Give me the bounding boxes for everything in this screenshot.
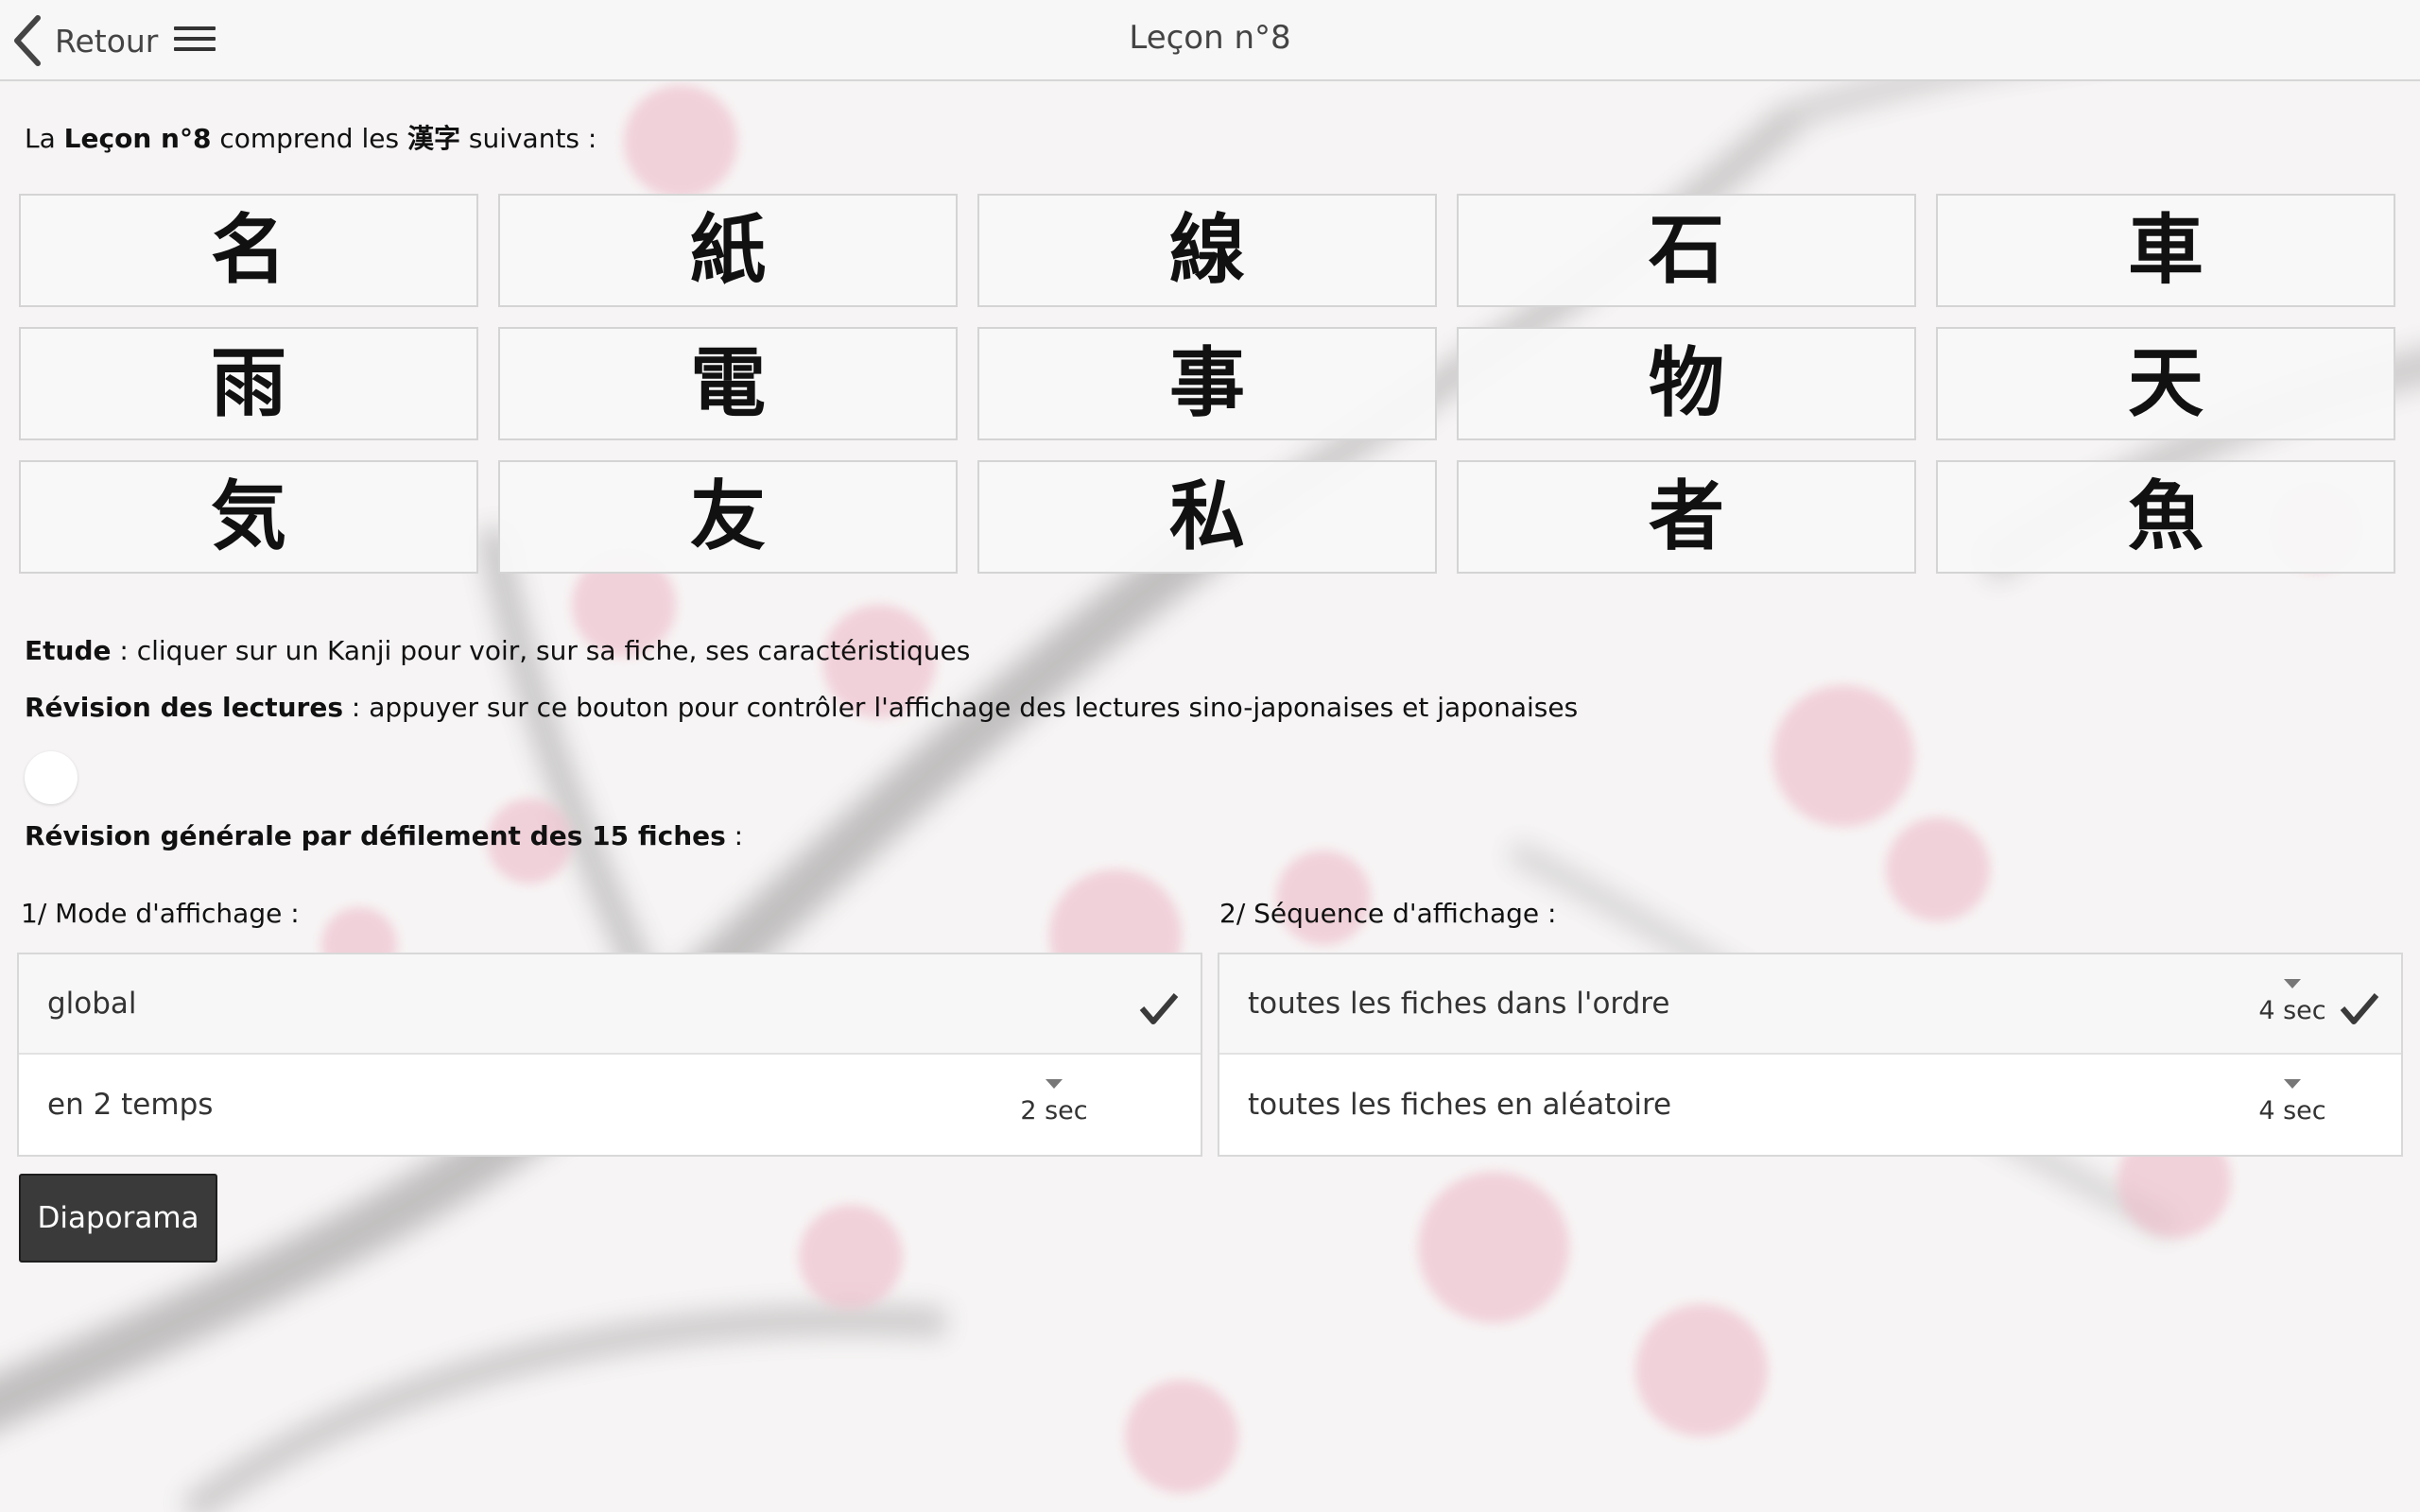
kanji-card[interactable]: 車: [1936, 194, 2395, 307]
dropdown-caret-icon: [1046, 1079, 1063, 1089]
etude-instruction: Etude : cliquer sur un Kanji pour voir, …: [25, 635, 970, 666]
kanji-card[interactable]: 私: [977, 460, 1437, 574]
revision-generale-label: Révision générale par défilement des 15 …: [25, 820, 726, 851]
revision-lectures-instruction: Révision des lectures : appuyer sur ce b…: [25, 692, 1578, 723]
duration-value: 2 sec: [1020, 1096, 1088, 1125]
duration-selector[interactable]: 2 sec: [1011, 1079, 1097, 1125]
mode-option-label: en 2 temps: [47, 1088, 214, 1122]
kanji-card[interactable]: 線: [977, 194, 1437, 307]
diaporama-button[interactable]: Diaporama: [19, 1174, 217, 1263]
sequence-option-label: toutes les fiches en aléatoire: [1248, 1088, 1672, 1122]
kanji-card[interactable]: 石: [1457, 194, 1916, 307]
mode-section-label: 1/ Mode d'affichage :: [21, 898, 300, 929]
dropdown-caret-icon: [2284, 1079, 2301, 1089]
readings-toggle-button[interactable]: [25, 751, 78, 804]
sequence-option-ordered[interactable]: toutes les fiches dans l'ordre 4 sec: [1219, 954, 2401, 1055]
mode-option-two-steps[interactable]: en 2 temps 2 sec: [19, 1055, 1201, 1155]
kanji-card[interactable]: 事: [977, 327, 1437, 440]
kanji-card[interactable]: 名: [19, 194, 478, 307]
dropdown-caret-icon: [2284, 979, 2301, 988]
kanji-card[interactable]: 者: [1457, 460, 1916, 574]
kanji-card[interactable]: 魚: [1936, 460, 2395, 574]
intro-suffix: suivants :: [459, 123, 597, 154]
sequence-section-label: 2/ Séquence d'affichage :: [1219, 898, 1557, 929]
etude-label: Etude: [25, 635, 112, 666]
kanji-card[interactable]: 気: [19, 460, 478, 574]
sequence-option-label: toutes les fiches dans l'ordre: [1248, 987, 1670, 1021]
duration-selector[interactable]: 4 sec: [2250, 1079, 2335, 1125]
lesson-intro: La Leçon n°8 comprend les 漢字 suivants :: [25, 118, 596, 156]
kanji-card[interactable]: 電: [498, 327, 958, 440]
checkmark-icon: [2340, 993, 2379, 1024]
intro-prefix: La: [25, 123, 64, 154]
revision-lectures-text: : appuyer sur ce bouton pour contrôler l…: [343, 692, 1579, 723]
intro-kanji-word: 漢字: [406, 123, 460, 154]
duration-value: 4 sec: [2258, 996, 2326, 1025]
app-header: Retour Leçon n°8: [0, 0, 2420, 81]
revision-generale-suffix: :: [725, 820, 744, 851]
kanji-card[interactable]: 紙: [498, 194, 958, 307]
intro-lesson: Leçon n°8: [63, 123, 212, 154]
kanji-card[interactable]: 友: [498, 460, 958, 574]
revision-generale-heading: Révision générale par défilement des 15 …: [25, 820, 743, 851]
duration-value: 4 sec: [2258, 1096, 2326, 1125]
display-mode-list: global en 2 temps 2 sec: [17, 953, 1202, 1157]
page-title: Leçon n°8: [1129, 19, 1291, 57]
kanji-card[interactable]: 物: [1457, 327, 1916, 440]
display-sequence-list: toutes les fiches dans l'ordre 4 sec tou…: [1218, 953, 2403, 1157]
mode-option-global[interactable]: global: [19, 954, 1201, 1055]
mode-option-label: global: [47, 987, 137, 1021]
etude-text: : cliquer sur un Kanji pour voir, sur sa…: [111, 635, 971, 666]
revision-lectures-label: Révision des lectures: [25, 692, 343, 723]
kanji-grid: 名 紙 線 石 車 雨 電 事 物 天 気 友 私 者 魚: [19, 194, 2401, 574]
kanji-card[interactable]: 天: [1936, 327, 2395, 440]
duration-selector[interactable]: 4 sec: [2250, 979, 2335, 1025]
intro-middle: comprend les: [211, 123, 407, 154]
checkmark-icon: [1139, 993, 1179, 1024]
sequence-option-random[interactable]: toutes les fiches en aléatoire 4 sec: [1219, 1055, 2401, 1155]
kanji-card[interactable]: 雨: [19, 327, 478, 440]
